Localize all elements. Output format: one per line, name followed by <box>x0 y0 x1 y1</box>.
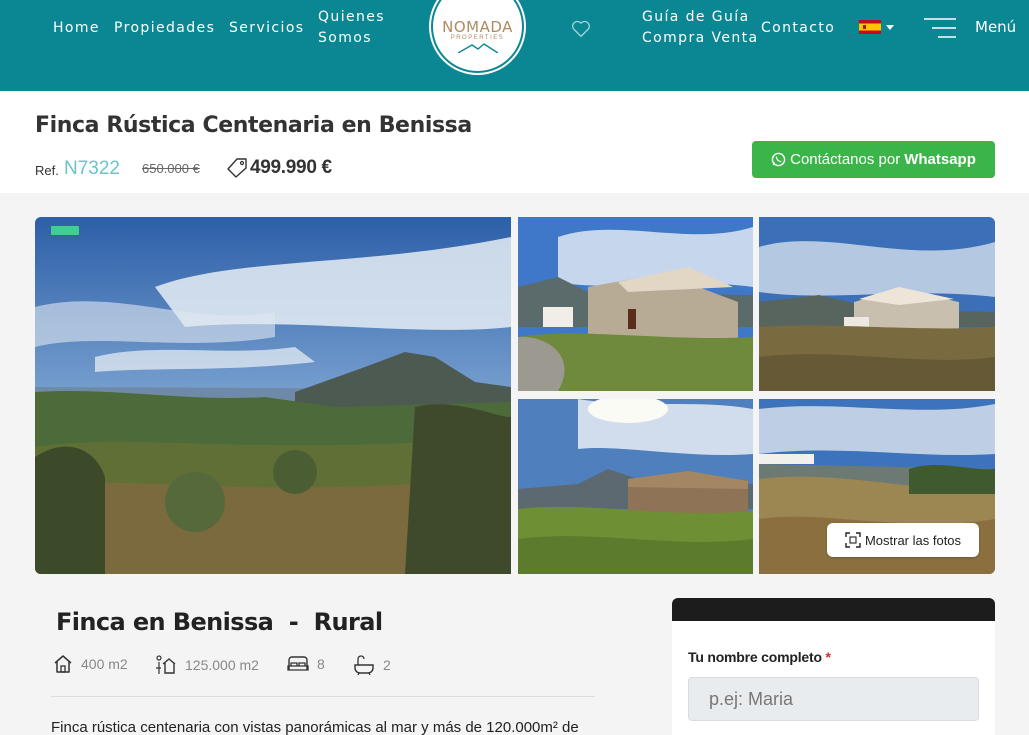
logo-subtitle: PROPERTIES <box>450 35 505 41</box>
nav-about[interactable]: Quienes Somos <box>318 7 385 49</box>
photo-gallery: Mostrar las fotos <box>35 217 995 574</box>
whatsapp-bold: Whatsapp <box>904 151 976 168</box>
nav-contact[interactable]: Contacto <box>761 18 835 39</box>
section-divider <box>51 696 595 697</box>
contact-form: Tu nombre completo * <box>672 598 995 735</box>
property-title: Finca Rústica Centenaria en Benissa <box>35 113 472 138</box>
built-area-value: 400 m2 <box>81 656 128 672</box>
bathrooms-value: 2 <box>383 657 391 673</box>
house-photo-image <box>518 217 753 391</box>
full-name-input[interactable] <box>688 677 979 721</box>
spain-flag-icon[interactable] <box>859 20 881 34</box>
whatsapp-prefix: Contáctanos por <box>790 151 901 168</box>
ref-label: Ref. <box>35 163 59 178</box>
old-price: 650.000 € <box>142 161 200 176</box>
bathrooms-feature: 2 <box>353 654 391 676</box>
whatsapp-contact-button[interactable]: Contáctanos por Whatsapp <box>752 141 995 178</box>
nav-about-line1: Quienes <box>318 9 385 25</box>
form-header-bar <box>672 598 995 621</box>
bathtub-icon <box>354 655 374 676</box>
show-photos-button[interactable]: Mostrar las fotos <box>827 523 979 557</box>
plot-area-value: 125.000 m2 <box>185 657 259 673</box>
required-mark: * <box>825 649 831 665</box>
show-photos-label: Mostrar las fotos <box>864 532 962 548</box>
nav-buying-guide[interactable]: Guía de Guía Compra Venta <box>642 7 759 49</box>
nav-services[interactable]: Servicios <box>229 18 304 39</box>
ruin-photo-image <box>518 399 753 574</box>
nav-home[interactable]: Home <box>53 18 100 39</box>
main-photo[interactable] <box>35 217 511 574</box>
current-price: 499.990 € <box>250 157 332 178</box>
mountain-icon <box>457 43 498 53</box>
menu-label[interactable]: Menú <box>975 18 1016 36</box>
landscape-photo-image <box>35 217 511 574</box>
farmhouse-photo-image <box>759 217 995 391</box>
nomada-logo[interactable]: NOMADA PROPERTIES <box>431 0 524 73</box>
ref-value: N7322 <box>64 158 120 179</box>
property-description: Finca rústica centenaria con vistas pano… <box>51 719 579 735</box>
bedrooms-value: 8 <box>317 656 325 672</box>
nav-about-line2: Somos <box>318 30 372 46</box>
plot-area-feature: 125.000 m2 <box>155 654 259 676</box>
gallery-thumb-1[interactable] <box>518 217 753 391</box>
house-icon <box>54 655 72 673</box>
bed-icon <box>287 656 309 671</box>
top-navbar: Home Propiedades Servicios Quienes Somos… <box>0 0 1029 91</box>
full-name-label: Tu nombre completo * <box>688 649 831 665</box>
property-type-heading: Finca en Benissa - Rural <box>56 608 383 636</box>
bedrooms-feature: 8 <box>287 654 325 674</box>
hamburger-menu-icon[interactable] <box>924 17 956 39</box>
plot-house-icon <box>156 655 176 674</box>
heart-icon[interactable] <box>571 20 591 38</box>
gallery-thumb-2[interactable] <box>759 217 995 391</box>
nav-properties[interactable]: Propiedades <box>114 18 215 39</box>
whatsapp-icon <box>771 152 786 167</box>
full-name-label-text: Tu nombre completo <box>688 649 822 665</box>
logo-title: NOMADA <box>442 18 513 36</box>
status-badge <box>51 226 79 235</box>
gallery-thumb-3[interactable] <box>518 399 753 574</box>
nav-guide-line1: Guía de Guía <box>642 9 750 25</box>
nav-guide-line2: Compra Venta <box>642 30 759 46</box>
price-tag-icon <box>227 158 247 178</box>
expand-icon <box>845 532 861 548</box>
built-area-feature: 400 m2 <box>53 654 128 674</box>
language-dropdown-caret-icon[interactable] <box>886 25 894 30</box>
